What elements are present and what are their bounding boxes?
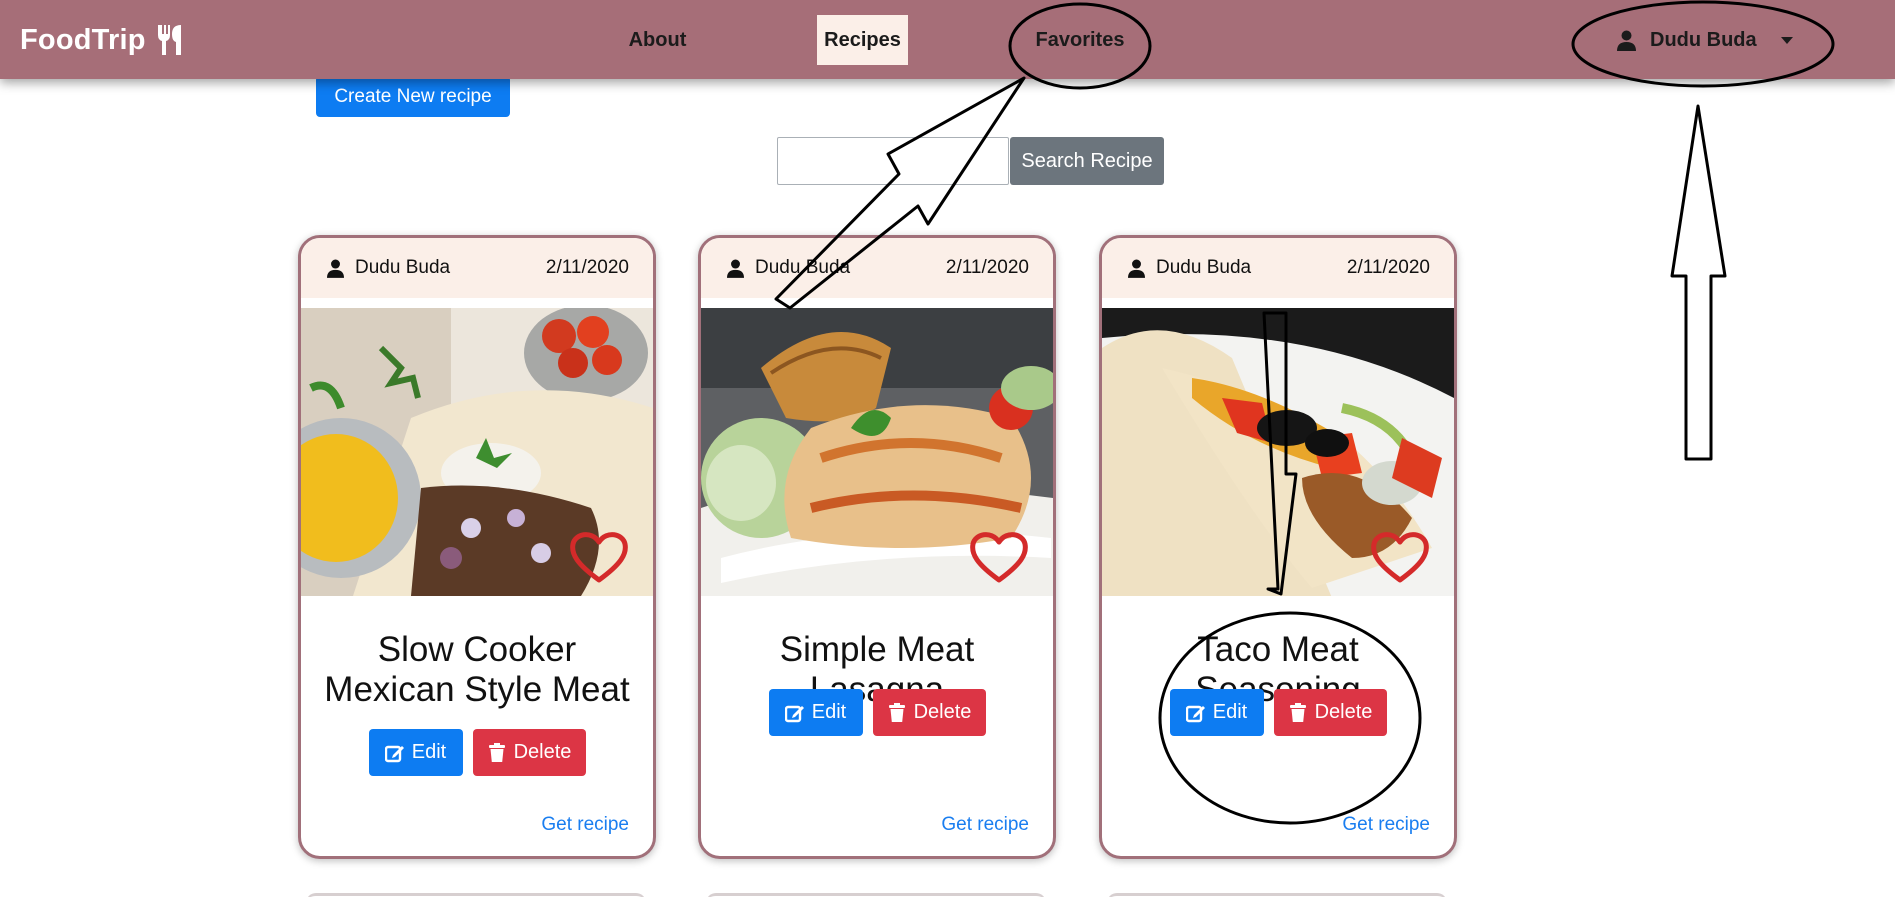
nav-favorites[interactable]: Favorites <box>1028 15 1132 65</box>
chevron-down-icon <box>1780 36 1793 44</box>
annotation-arrow-user <box>1670 104 1727 461</box>
edit-button[interactable]: Edit <box>768 689 863 736</box>
trash-icon <box>888 702 905 722</box>
card-author: Dudu Buda <box>327 257 546 279</box>
edit-icon <box>1185 705 1205 722</box>
edit-icon <box>384 745 404 762</box>
favorite-heart-icon[interactable] <box>1370 530 1430 584</box>
card-author-name: Dudu Buda <box>755 257 851 278</box>
create-recipe-button[interactable]: Create New recipe <box>316 76 510 117</box>
card-author-name: Dudu Buda <box>355 257 451 278</box>
edit-button[interactable]: Edit <box>1169 689 1264 736</box>
next-card-edge <box>306 893 646 897</box>
recipe-card: Dudu Buda 2/11/2020 Taco Meat Seasoning … <box>1099 235 1457 859</box>
edit-icon <box>784 705 804 722</box>
search-input[interactable] <box>777 137 1009 185</box>
get-recipe-link[interactable]: Get recipe <box>1342 814 1430 836</box>
user-name: Dudu Buda <box>1650 28 1757 51</box>
delete-button[interactable]: Delete <box>1273 689 1387 736</box>
user-icon <box>727 259 744 278</box>
search-button[interactable]: Search Recipe <box>1010 137 1164 185</box>
recipe-image <box>1102 308 1454 596</box>
delete-button[interactable]: Delete <box>472 729 586 776</box>
next-card-edge <box>1107 893 1447 897</box>
user-icon <box>327 259 344 278</box>
navbar: FoodTrip About Recipes Favorites Dudu Bu… <box>0 0 1895 79</box>
user-icon <box>1617 30 1636 51</box>
card-header: Dudu Buda 2/11/2020 <box>701 238 1053 298</box>
next-card-edge <box>706 893 1046 897</box>
favorite-heart-icon[interactable] <box>569 530 629 584</box>
trash-icon <box>1289 702 1306 722</box>
delete-button[interactable]: Delete <box>872 689 986 736</box>
get-recipe-link[interactable]: Get recipe <box>941 814 1029 836</box>
trash-icon <box>488 742 505 762</box>
card-header: Dudu Buda 2/11/2020 <box>1102 238 1454 298</box>
delete-label: Delete <box>1314 701 1373 723</box>
card-actions: Edit Delete <box>701 689 1053 736</box>
nav-about[interactable]: About <box>610 15 705 65</box>
card-date: 2/11/2020 <box>1346 257 1430 278</box>
card-author: Dudu Buda <box>727 257 946 279</box>
edit-label: Edit <box>1212 701 1248 723</box>
brand-logo[interactable]: FoodTrip <box>20 20 186 60</box>
edit-label: Edit <box>811 701 847 723</box>
edit-label: Edit <box>411 741 447 763</box>
user-dropdown[interactable]: Dudu Buda <box>1617 20 1793 60</box>
brand-name: FoodTrip <box>20 23 146 56</box>
card-author: Dudu Buda <box>1128 257 1347 279</box>
card-title: Slow Cooker Mexican Style Meat <box>324 630 630 709</box>
card-date: 2/11/2020 <box>545 257 629 278</box>
delete-label: Delete <box>513 741 572 763</box>
recipe-card: Dudu Buda 2/11/2020 Simple Meat Lasagna <box>698 235 1056 859</box>
recipe-image <box>301 308 653 596</box>
favorite-heart-icon[interactable] <box>969 530 1029 584</box>
card-author-name: Dudu Buda <box>1156 257 1252 278</box>
user-icon <box>1128 259 1145 278</box>
edit-button[interactable]: Edit <box>368 729 463 776</box>
nav-recipes[interactable]: Recipes <box>817 15 908 65</box>
get-recipe-link[interactable]: Get recipe <box>541 814 629 836</box>
card-actions: Edit Delete <box>1102 689 1454 736</box>
utensils-icon <box>157 25 181 55</box>
card-date: 2/11/2020 <box>945 257 1029 278</box>
card-header: Dudu Buda 2/11/2020 <box>301 238 653 298</box>
delete-label: Delete <box>913 701 972 723</box>
recipe-card: Dudu Buda 2/11/2020 Slow Cooker Mexican … <box>298 235 656 859</box>
recipe-image <box>701 308 1053 596</box>
card-actions: Edit Delete <box>301 729 653 776</box>
